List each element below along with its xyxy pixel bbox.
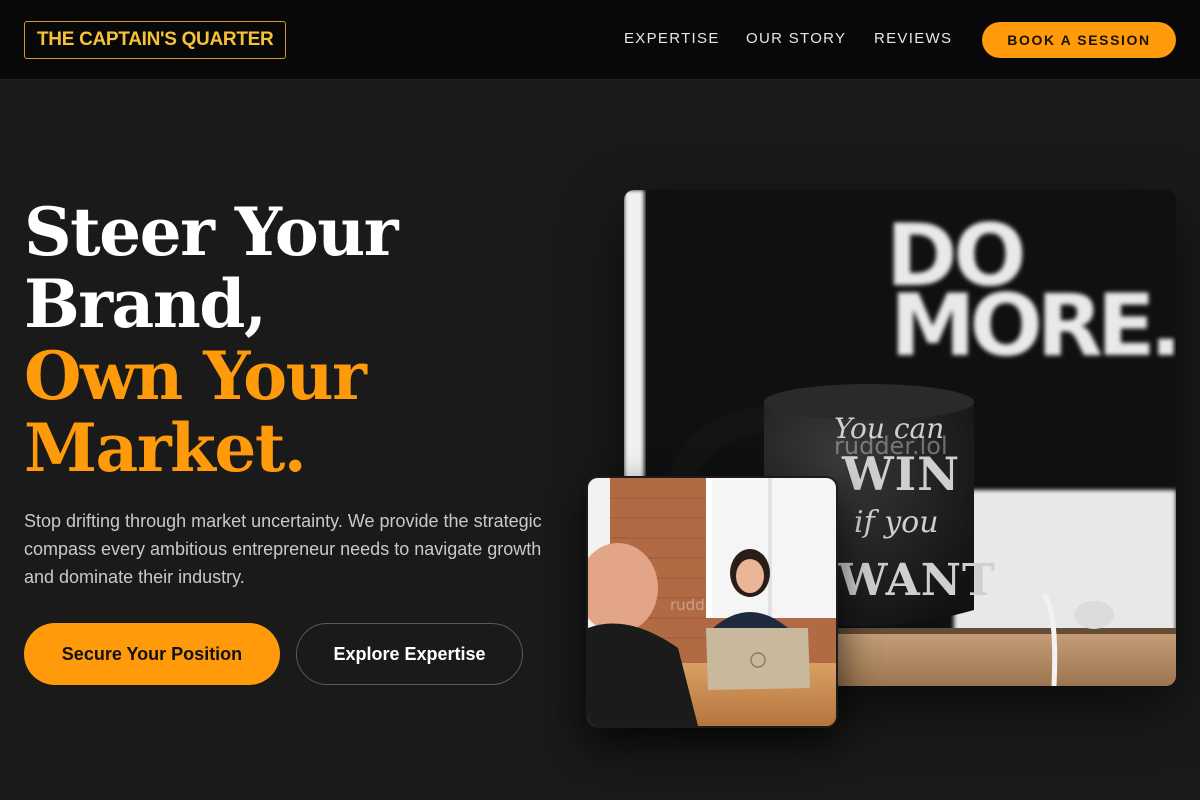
photo-watermark-main: rudder.lol	[834, 432, 948, 460]
brand-logo[interactable]: THE CAPTAIN'S QUARTER	[24, 21, 287, 59]
meeting-photo: rudder.lol	[586, 476, 838, 728]
explore-expertise-button[interactable]: Explore Expertise	[296, 623, 523, 685]
nav-link-expertise[interactable]: EXPERTISE	[624, 30, 720, 47]
headline-line-1: Steer Your	[24, 193, 399, 271]
site-header: THE CAPTAIN'S QUARTER EXPERTISE OUR STOR…	[0, 0, 1200, 80]
hero-headline: Steer Your Brand, Own Your Market.	[24, 193, 399, 487]
headline-line-2: Brand,	[24, 265, 267, 343]
mug-text-if-you: if you	[854, 505, 939, 540]
headline-line-4: Market.	[24, 409, 307, 487]
photo-watermark-small: rudder.lol	[670, 596, 741, 614]
secure-position-button[interactable]: Secure Your Position	[24, 623, 280, 685]
nav-link-reviews[interactable]: REVIEWS	[874, 30, 952, 47]
book-session-button[interactable]: BOOK A SESSION	[982, 22, 1176, 58]
sign-text-more: MORE.	[890, 276, 1176, 376]
nav-link-our-story[interactable]: OUR STORY	[746, 30, 846, 47]
headline-line-3: Own Your	[24, 337, 367, 415]
mug-text-want: WANT	[837, 555, 996, 606]
hero-subtext: Stop drifting through market uncertainty…	[24, 511, 542, 587]
